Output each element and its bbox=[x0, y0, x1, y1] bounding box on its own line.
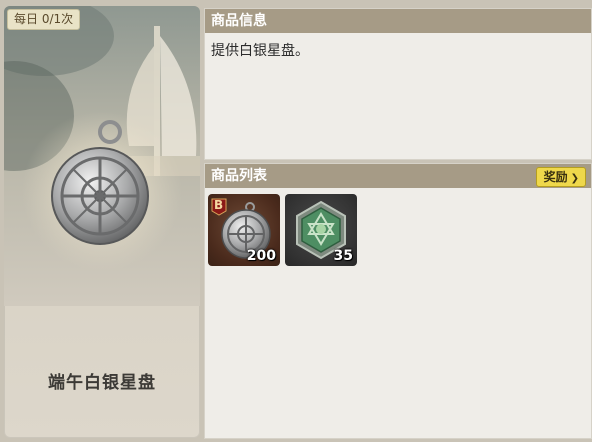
product-description: 提供白银星盘。 bbox=[211, 43, 309, 59]
product-card: 每日 0/1次 端午白银星盘 bbox=[4, 6, 200, 438]
product-info-panel: 商品信息 提供白银星盘。 bbox=[204, 8, 592, 160]
product-list-panel: 商品列表 奖励 ❯ B 200 35 bbox=[204, 163, 592, 439]
item-count: 200 bbox=[246, 248, 276, 264]
product-list-title: 商品列表 bbox=[211, 168, 267, 184]
reward-button[interactable]: 奖励 ❯ bbox=[535, 167, 586, 187]
product-list-header: 商品列表 奖励 ❯ bbox=[205, 164, 591, 188]
product-item-slot[interactable]: 35 bbox=[285, 194, 357, 266]
product-item-slot[interactable]: B 200 bbox=[208, 194, 280, 266]
chevron-right-icon: ❯ bbox=[570, 173, 579, 184]
daily-limit-badge: 每日 0/1次 bbox=[7, 9, 81, 30]
item-count: 35 bbox=[333, 248, 353, 264]
product-art bbox=[4, 6, 200, 306]
product-name: 端午白银星盘 bbox=[48, 373, 156, 393]
product-info-title: 商品信息 bbox=[205, 9, 591, 33]
reward-button-label: 奖励 bbox=[543, 170, 568, 184]
grade-label: B bbox=[214, 198, 224, 212]
